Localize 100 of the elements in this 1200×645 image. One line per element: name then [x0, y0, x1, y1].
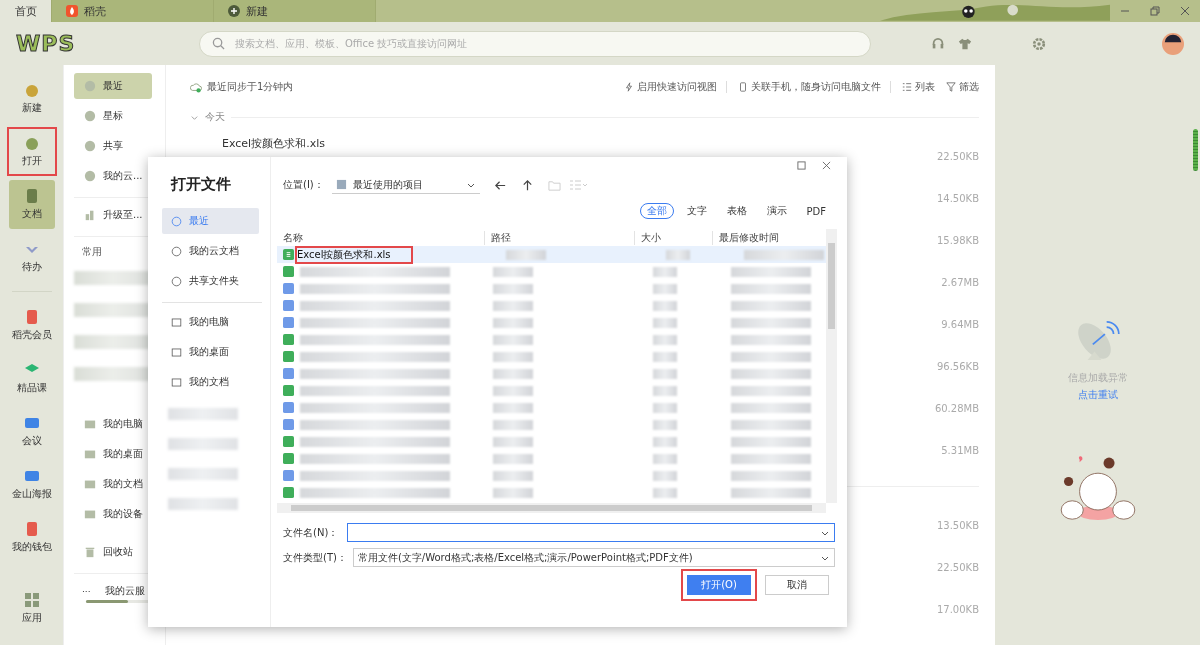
blurred-text	[493, 402, 533, 413]
scrollbar[interactable]	[826, 229, 837, 503]
blurred-text	[653, 300, 677, 311]
file-size: 22.50KB	[936, 150, 979, 162]
sidebar-icon	[84, 140, 96, 152]
blurred-text	[653, 487, 677, 498]
file-size: 96.56KB	[936, 360, 979, 372]
plus-icon	[228, 5, 240, 17]
blurred-text	[493, 487, 533, 498]
apps-icon	[23, 592, 40, 608]
blurred-item	[168, 438, 238, 450]
search-input[interactable]: 搜索文档、应用、模板、Office 技巧或直接访问网址	[233, 37, 858, 50]
sidebar-icon	[84, 80, 96, 92]
dialog-nav-item[interactable]: 我的文档	[162, 369, 259, 395]
dialog-nav-item[interactable]: 我的电脑	[162, 309, 259, 335]
blurred-text	[493, 317, 533, 328]
blurred-text	[493, 283, 533, 294]
column-header[interactable]: 大小	[635, 230, 713, 245]
sidebar-item[interactable]: 共享	[74, 133, 152, 159]
folder-icon	[84, 418, 96, 430]
close-icon[interactable]	[822, 161, 831, 170]
blurred-text	[493, 300, 533, 311]
cloud-label: 我的云服	[104, 584, 145, 598]
headset-icon[interactable]	[931, 36, 945, 51]
filter-tab[interactable]: 演示	[759, 203, 794, 219]
nav-item[interactable]: 待办	[8, 233, 55, 282]
file-row[interactable]: Excel按颜色求和.xls	[277, 246, 826, 263]
open-button[interactable]: 打开(O)	[687, 575, 751, 595]
filename-field[interactable]	[347, 523, 835, 542]
tab[interactable]: 稻壳	[52, 0, 214, 22]
dialog-nav-item[interactable]: 共享文件夹	[162, 268, 259, 294]
blurred-text	[493, 351, 533, 362]
blurred-text	[653, 351, 677, 362]
file-size: 2.67MB	[941, 276, 979, 288]
nav-item[interactable]: 精品课	[8, 354, 55, 403]
filter-tab[interactable]: 文字	[679, 203, 714, 219]
new-folder-icon[interactable]	[547, 178, 561, 192]
sidebar-item[interactable]: 我的云...	[74, 163, 152, 189]
nav-item[interactable]: 会议	[8, 407, 55, 456]
blurred-text	[653, 453, 677, 464]
dialog-title: 打开文件	[169, 174, 232, 195]
logo: WPS	[15, 31, 77, 56]
settings-icon[interactable]	[1032, 36, 1046, 51]
filter-tab[interactable]: 表格	[719, 203, 754, 219]
tab[interactable]: 新建	[214, 0, 376, 22]
folder-icon	[171, 376, 182, 388]
file-size: 5.31MB	[941, 444, 979, 456]
blurred-text	[653, 334, 677, 345]
blurred-text	[493, 436, 533, 447]
maximize-icon[interactable]	[797, 161, 806, 170]
view-icon[interactable]	[568, 178, 589, 192]
cloud-sync-icon	[190, 81, 202, 93]
toolbar-icon	[946, 82, 956, 92]
toolbar-icon	[624, 82, 634, 92]
cancel-button[interactable]: 取消	[765, 575, 829, 595]
dialog-nav-item[interactable]: 我的桌面	[162, 339, 259, 365]
sync-status: 最近同步于1分钟内	[207, 80, 294, 94]
flame-icon	[66, 5, 78, 17]
shirt-icon[interactable]	[958, 36, 972, 51]
search-icon	[212, 37, 225, 50]
file-size: 13.50KB	[936, 519, 979, 531]
nav-item[interactable]: 打开	[6, 127, 57, 176]
file-size: 17.00KB	[936, 603, 979, 615]
column-header[interactable]: 名称	[277, 230, 485, 245]
location-dropdown[interactable]: 最近使用的项目	[331, 176, 480, 194]
location-label: 位置(I)：	[283, 178, 324, 192]
search-field[interactable]: 搜索文档、应用、模板、Office 技巧或直接访问网址	[199, 30, 871, 57]
nav-item[interactable]: 稻壳会员	[8, 301, 55, 350]
group-title: 今天	[205, 110, 225, 124]
sidebar-icon	[84, 170, 96, 182]
blurred-text	[493, 266, 533, 277]
nav-item[interactable]: 金山海报	[8, 460, 55, 509]
tab[interactable]: 首页	[0, 0, 52, 22]
scrollbar[interactable]	[277, 503, 826, 513]
sidebar-item[interactable]: 最近	[74, 73, 152, 99]
nav-item[interactable]: 应用	[8, 584, 55, 633]
file-size: 22.50KB	[936, 561, 979, 573]
nav-item[interactable]: 文档	[8, 180, 55, 229]
nav-icon	[23, 82, 40, 98]
toolbar-button[interactable]: 关联手机，随身访问电脑文件	[738, 80, 881, 94]
nav-icon	[23, 415, 40, 431]
nav-item[interactable]: 新建	[8, 74, 55, 123]
dialog-nav-item[interactable]: 我的云文档	[162, 238, 259, 264]
section-title: 常用	[81, 245, 103, 259]
nav-item[interactable]: 我的钱包	[8, 513, 55, 562]
restore-icon[interactable]	[1150, 6, 1160, 16]
toolbar-button[interactable]: 筛选	[946, 80, 979, 94]
toolbar-button[interactable]: 列表	[902, 80, 935, 94]
column-header[interactable]: 路径	[485, 230, 635, 245]
toolbar-button[interactable]: 启用快速访问视图	[624, 80, 717, 94]
column-header[interactable]: 最后修改时间	[713, 230, 826, 245]
folder-icon	[171, 316, 182, 328]
blurred-text	[493, 470, 533, 481]
blurred-item	[168, 408, 238, 420]
toolbar-icon	[902, 82, 912, 92]
filetype-dropdown[interactable]: 常用文件(文字/Word格式;表格/Excel格式;演示/PowerPoint格式;PDF文件)	[352, 548, 835, 567]
close-icon[interactable]	[1180, 6, 1190, 16]
sidebar-item[interactable]: 星标	[74, 103, 152, 129]
avatar[interactable]	[1162, 32, 1184, 55]
filter-tab[interactable]: PDF	[799, 203, 833, 219]
